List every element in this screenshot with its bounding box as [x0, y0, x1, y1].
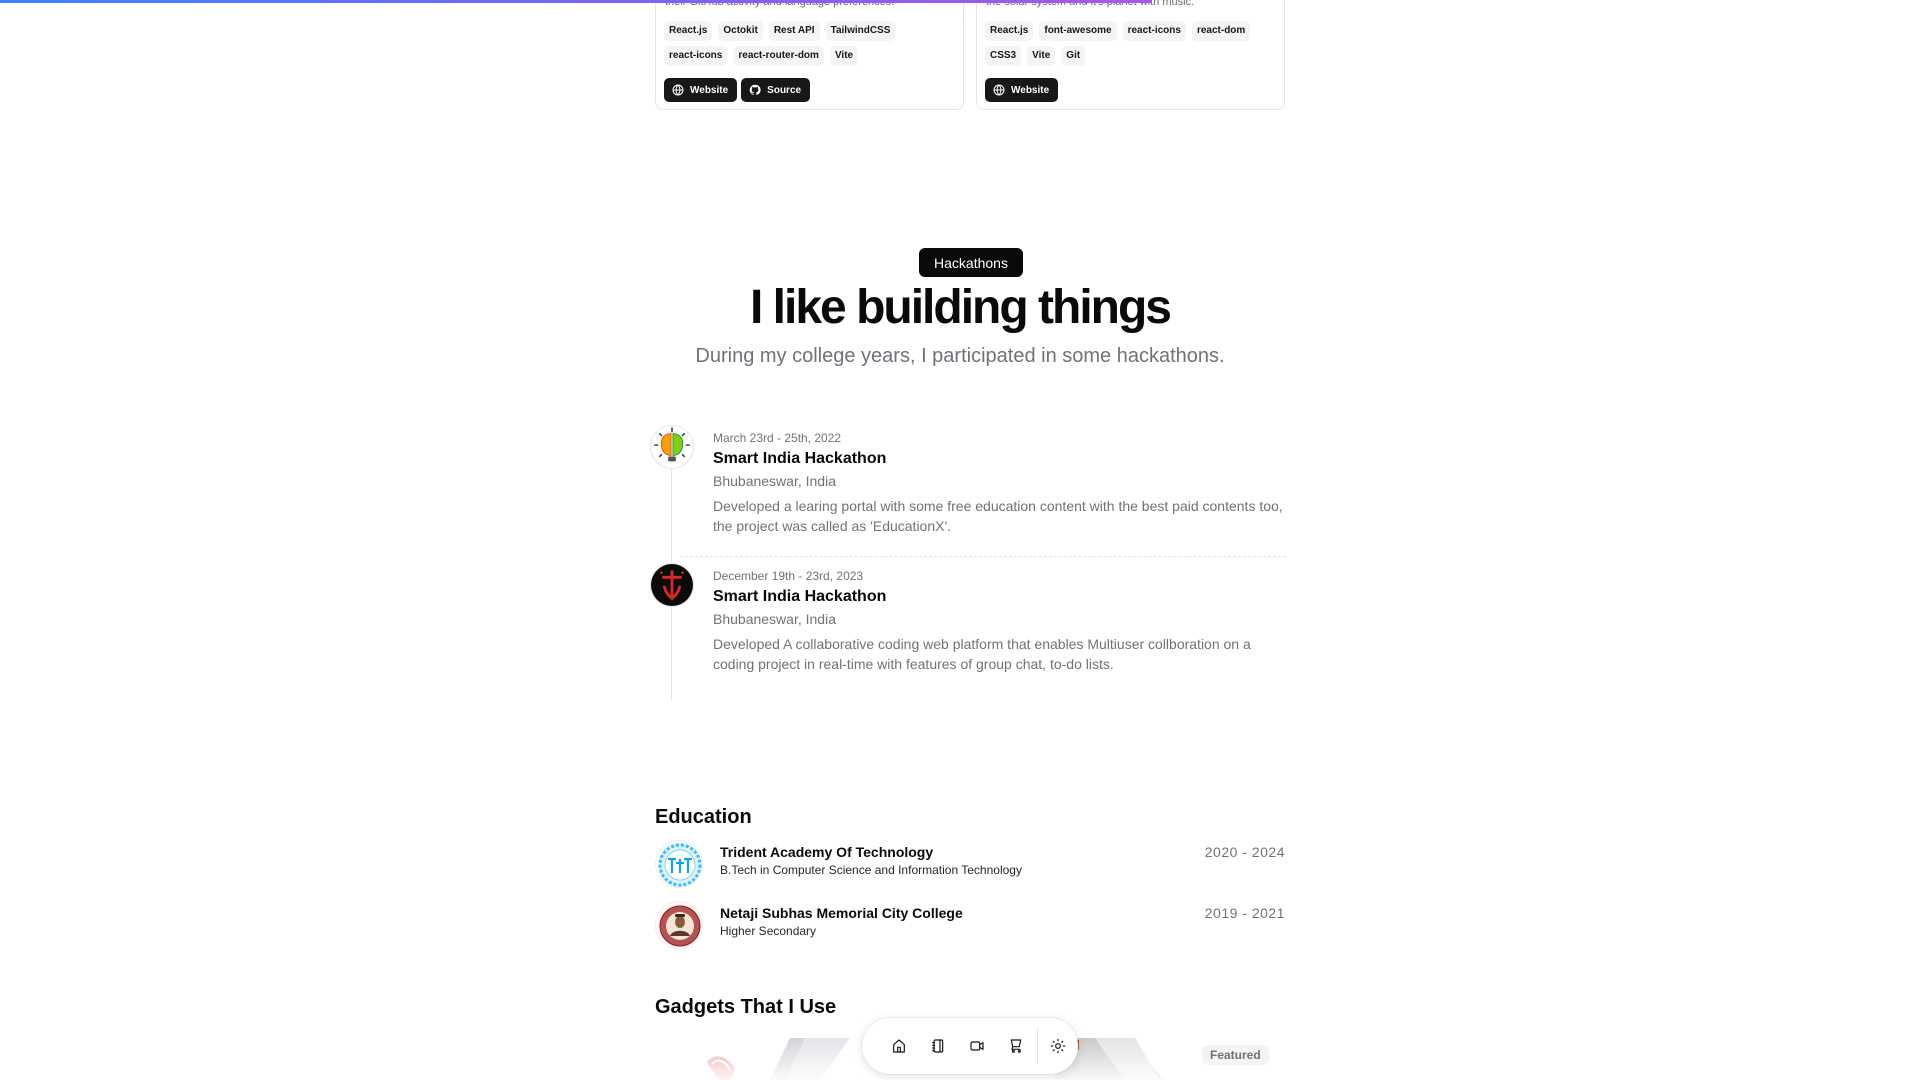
education-item[interactable]: Netaji Subhas Memorial City College High… — [655, 901, 1285, 949]
sih-brain-bulb-icon — [654, 427, 690, 462]
hackathon-name: Smart India Hackathon — [713, 588, 887, 605]
tech-tag: react-icons — [1122, 21, 1186, 41]
school-logo — [655, 901, 703, 949]
hackathon-logo — [650, 563, 694, 607]
project-card: the solar system and it's planet with mu… — [976, 0, 1285, 110]
tech-tag: react-icons — [664, 46, 728, 66]
tech-tag: Rest API — [768, 21, 820, 41]
tech-tag: react-router-dom — [733, 46, 824, 66]
dock-blog-button[interactable] — [918, 1026, 957, 1066]
featured-badge: Featured — [1202, 1045, 1269, 1065]
project-tags: React.js Octokit Rest API TailwindCSS re… — [664, 21, 955, 66]
dock-divider — [1036, 1028, 1038, 1064]
devfolio-sword-icon — [651, 564, 693, 606]
tech-tag: font-awesome — [1039, 21, 1117, 41]
website-link-label: Website — [690, 84, 729, 96]
github-icon — [749, 84, 761, 96]
globe-icon — [993, 84, 1005, 96]
hackathon-location: Bhubaneswar, India — [713, 473, 836, 489]
video-icon — [970, 1041, 984, 1051]
nsmcc-logo-icon — [657, 903, 702, 948]
tech-tag: Vite — [829, 46, 859, 66]
tech-tag: react-dom — [1191, 21, 1251, 41]
hackathons-subtitle: During my college years, I participated … — [695, 345, 1225, 367]
gadgets-title: Gadgets That I Use — [655, 996, 837, 1018]
source-link-button[interactable]: Source — [741, 78, 811, 102]
project-card: their GitHub activity and language prefe… — [655, 0, 964, 110]
sun-icon — [1051, 1038, 1066, 1054]
hackathon-date: March 23rd - 25th, 2022 — [713, 431, 842, 445]
tech-tag: React.js — [985, 21, 1034, 41]
hackathon-date: December 19th - 23rd, 2023 — [713, 569, 864, 583]
globe-icon — [672, 84, 684, 96]
hackathons-title: I like building things — [750, 281, 1172, 334]
dock-store-button[interactable] — [997, 1026, 1036, 1066]
cart-icon — [1010, 1039, 1022, 1053]
trident-logo-icon — [658, 843, 702, 887]
tech-tag: React.js — [664, 21, 713, 41]
project-tags: React.js font-awesome react-icons react-… — [985, 21, 1276, 66]
floating-dock — [862, 1018, 1078, 1074]
timeline-divider — [680, 556, 1286, 557]
school-name: Netaji Subhas Memorial City College — [720, 905, 963, 921]
home-icon — [892, 1039, 905, 1053]
scroll-progress-bar — [0, 0, 1920, 3]
scroll-progress-fill — [0, 0, 1152, 3]
theme-toggle-button[interactable] — [1039, 1026, 1078, 1066]
school-degree: B.Tech in Computer Science and Informati… — [720, 863, 1022, 877]
hackathon-logo — [650, 425, 694, 469]
hackathon-location: Bhubaneswar, India — [713, 611, 836, 627]
hackathon-description: Developed a learing portal with some fre… — [713, 498, 1283, 534]
hackathon-timeline: March 23rd - 25th, 2022 Smart India Hack… — [650, 425, 1286, 702]
education-title: Education — [655, 806, 752, 828]
school-years: 2019 - 2021 — [1204, 905, 1285, 921]
hackathon-name: Smart India Hackathon — [713, 450, 887, 467]
hackathon-description: Developed A collaborative coding web pla… — [713, 636, 1251, 672]
source-link-label: Source — [767, 84, 802, 96]
notebook-icon — [931, 1039, 944, 1053]
tech-tag: Octokit — [718, 21, 763, 41]
school-years: 2020 - 2024 — [1204, 844, 1285, 860]
school-degree: Higher Secondary — [720, 924, 817, 938]
dock-home-button[interactable] — [879, 1026, 918, 1066]
website-link-button[interactable]: Website — [664, 78, 738, 102]
website-link-label: Website — [1011, 84, 1050, 96]
tech-tag: TailwindCSS — [825, 21, 896, 41]
tech-tag: CSS3 — [985, 46, 1022, 66]
dock-videos-button[interactable] — [957, 1026, 996, 1066]
education-item[interactable]: Trident Academy Of Technology B.Tech in … — [655, 840, 1285, 888]
tech-tag: Git — [1061, 46, 1086, 66]
school-name: Trident Academy Of Technology — [720, 844, 934, 860]
tech-tag: Vite — [1027, 46, 1056, 66]
school-logo — [655, 840, 703, 888]
website-link-button[interactable]: Website — [985, 78, 1059, 102]
hackathons-badge: Hackathons — [919, 248, 1023, 277]
